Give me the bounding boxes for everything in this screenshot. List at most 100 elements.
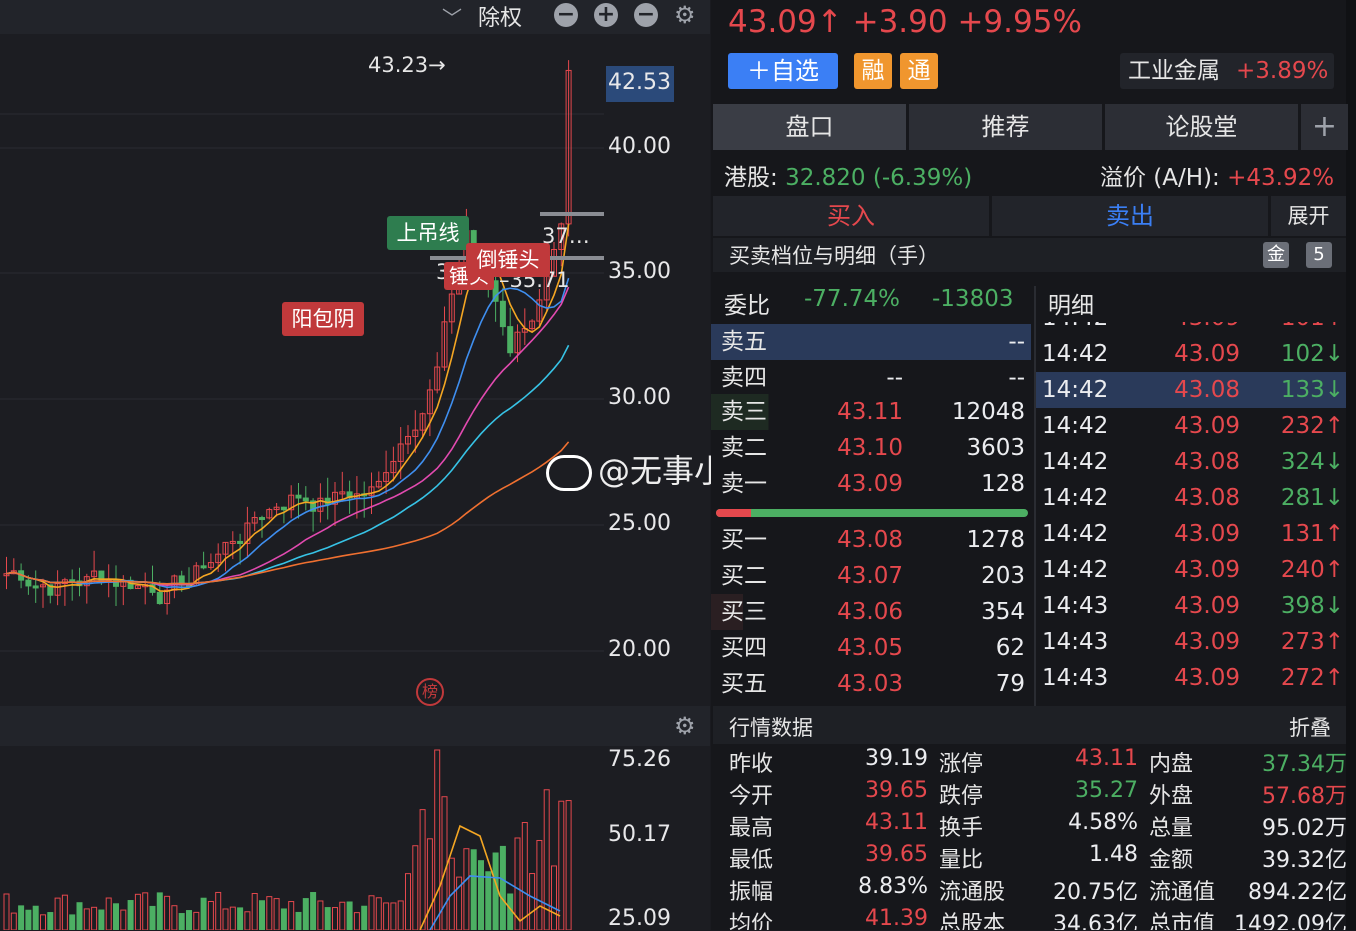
- volume-bar: [332, 907, 338, 930]
- bid-share-fill: [716, 509, 751, 517]
- hk-quote: 港股: 32.820 (-6.39%): [724, 158, 972, 192]
- tick-row[interactable]: 14:42 43.09101↑: [1036, 322, 1346, 336]
- chevron-down-icon[interactable]: ﹀: [442, 2, 462, 31]
- market-field-label: 内盘: [1149, 752, 1194, 777]
- tick-row[interactable]: 14:43 43.09 273↑: [1036, 624, 1346, 660]
- adjust-mode-label[interactable]: 除权: [478, 0, 522, 32]
- tick-row[interactable]: 14:42 43.09 232↑: [1036, 408, 1346, 444]
- tick-row[interactable]: 14:43 43.09 398↓: [1036, 588, 1346, 624]
- gold-badge[interactable]: 金: [1263, 242, 1289, 268]
- minus-icon[interactable]: −: [634, 3, 658, 27]
- margin-badge[interactable]: 融: [854, 53, 892, 89]
- orderbook-header: 买卖档位与明细（手） 金 5: [713, 238, 1346, 272]
- ask-level-4[interactable]: 卖四 -- --: [711, 360, 1031, 396]
- market-field-label: 均价: [729, 912, 774, 930]
- volume-bar: [463, 848, 470, 930]
- rank-badge-icon[interactable]: 榜: [416, 678, 444, 706]
- sell-tab[interactable]: 卖出: [992, 196, 1268, 236]
- volume-bar: [229, 906, 236, 930]
- tick-row[interactable]: 14:42 43.09 240↑: [1036, 552, 1346, 588]
- expand-button[interactable]: 展开: [1271, 196, 1346, 236]
- axis-tick-20: 20.00: [608, 637, 671, 662]
- volume-bar: [76, 902, 83, 930]
- axis-tick-42.53: 42.53: [608, 70, 671, 95]
- volume-bar: [310, 892, 317, 930]
- minus-icon[interactable]: −: [554, 3, 578, 27]
- market-field-value: 34.63亿: [1053, 912, 1138, 930]
- pattern-label-hanging-man[interactable]: 上吊线: [387, 216, 469, 250]
- tick-row[interactable]: 14:42 43.08 281↓: [1036, 480, 1346, 516]
- tab-forum[interactable]: 论股堂: [1105, 104, 1298, 150]
- tick-time: 14:42: [1042, 449, 1109, 475]
- bid-level-4[interactable]: 买四 43.05 62: [711, 630, 1031, 666]
- candle-body: [507, 326, 514, 354]
- volume-bar: [222, 908, 229, 930]
- plus-icon[interactable]: +: [594, 3, 618, 27]
- ah-premium-value: +43.92%: [1227, 165, 1335, 191]
- market-data-title: 行情数据: [729, 716, 813, 740]
- tick-time: 14:42: [1042, 322, 1108, 336]
- volume-bar: [83, 908, 90, 930]
- tick-list[interactable]: 14:4243.09101↑14:4243.09102↓14:4243.0813…: [1036, 322, 1346, 706]
- tick-row[interactable]: 14:42 43.09 102↓: [1036, 336, 1346, 372]
- ratio-label: 委比: [724, 293, 770, 319]
- market-field-label: 昨收: [729, 752, 774, 777]
- tab-orderbook[interactable]: 盘口: [713, 104, 906, 150]
- ask-level-1[interactable]: 卖一 43.09 128: [711, 466, 1031, 502]
- order-ratio: 委比: [724, 286, 770, 320]
- orderbook-title: 买卖档位与明细（手）: [729, 244, 939, 268]
- tick-time: 14:42: [1042, 413, 1109, 439]
- last-price: 43.09↑: [728, 4, 843, 40]
- ask-level-3[interactable]: 卖三 43.11 12048: [711, 394, 1031, 430]
- pattern-label-inverted-hammer[interactable]: 倒锤头: [466, 243, 550, 277]
- volume-bar: [178, 913, 185, 930]
- ratio-pct: -77.74%: [804, 286, 900, 312]
- tick-row[interactable]: 14:42 43.08 324↓: [1036, 444, 1346, 480]
- tick-row[interactable]: 14:42 43.08 133↓: [1036, 372, 1346, 408]
- volume-bar: [25, 909, 32, 930]
- market-field-label: 最高: [729, 816, 774, 841]
- chart-toolbar: ﹀ 除权 − + − ⚙: [0, 0, 710, 34]
- market-field-value: 39.32亿: [1262, 848, 1346, 873]
- tick-time: 14:43: [1042, 629, 1109, 655]
- volume-bar: [244, 911, 251, 930]
- volume-bar: [134, 893, 141, 930]
- tick-time: 14:42: [1042, 341, 1109, 367]
- bid-level-2[interactable]: 买二 43.07 203: [711, 558, 1031, 594]
- price-chart[interactable]: [0, 34, 604, 706]
- volume-bar: [492, 852, 499, 930]
- pattern-label-engulfing[interactable]: 阳包阴: [282, 302, 364, 336]
- ask-level-2[interactable]: 卖二 43.10 3603: [711, 430, 1031, 466]
- market-field-label: 跌停: [939, 784, 984, 809]
- candle-body: [499, 300, 506, 328]
- volume-bar: [171, 905, 178, 930]
- tab-recommend[interactable]: 推荐: [909, 104, 1102, 150]
- axis-tick-35: 35.00: [608, 259, 671, 284]
- tick-time: 14:42: [1042, 485, 1109, 511]
- volume-bar: [390, 902, 397, 930]
- tick-price: 43.08: [1174, 377, 1240, 403]
- add-watchlist-button[interactable]: ＋自选: [728, 53, 838, 89]
- volume-chart[interactable]: [0, 746, 604, 930]
- market-field-value: 43.11: [1075, 746, 1138, 771]
- gear-icon[interactable]: ⚙: [674, 1, 696, 29]
- volume-bar: [156, 892, 163, 930]
- connect-badge[interactable]: 通: [900, 53, 938, 89]
- tick-row[interactable]: 14:43 43.09 272↑: [1036, 660, 1346, 696]
- gear-icon[interactable]: ⚙: [674, 712, 696, 740]
- bid-level-3[interactable]: 买三 43.06 354: [711, 594, 1031, 630]
- market-field-value: 8.83%: [858, 874, 928, 899]
- tab-add-button[interactable]: +: [1301, 104, 1348, 150]
- tick-row[interactable]: 14:42 43.09 131↑: [1036, 516, 1346, 552]
- bid-level-5[interactable]: 买五 43.03 79: [711, 666, 1031, 702]
- depth-level-badge[interactable]: 5: [1306, 242, 1332, 268]
- tick-price: 43.09: [1174, 629, 1240, 655]
- sector-chip[interactable]: 工业金属 +3.89%: [1120, 53, 1334, 89]
- ask-level-5[interactable]: 卖五 --: [711, 324, 1031, 360]
- buy-tab[interactable]: 买入: [713, 196, 989, 236]
- tick-time: 14:42: [1042, 557, 1109, 583]
- bid-level-1[interactable]: 买一 43.08 1278: [711, 522, 1031, 558]
- market-field-value: 35.27: [1075, 778, 1138, 803]
- tick-price: 43.09: [1174, 557, 1240, 583]
- collapse-button[interactable]: 折叠: [1289, 712, 1331, 742]
